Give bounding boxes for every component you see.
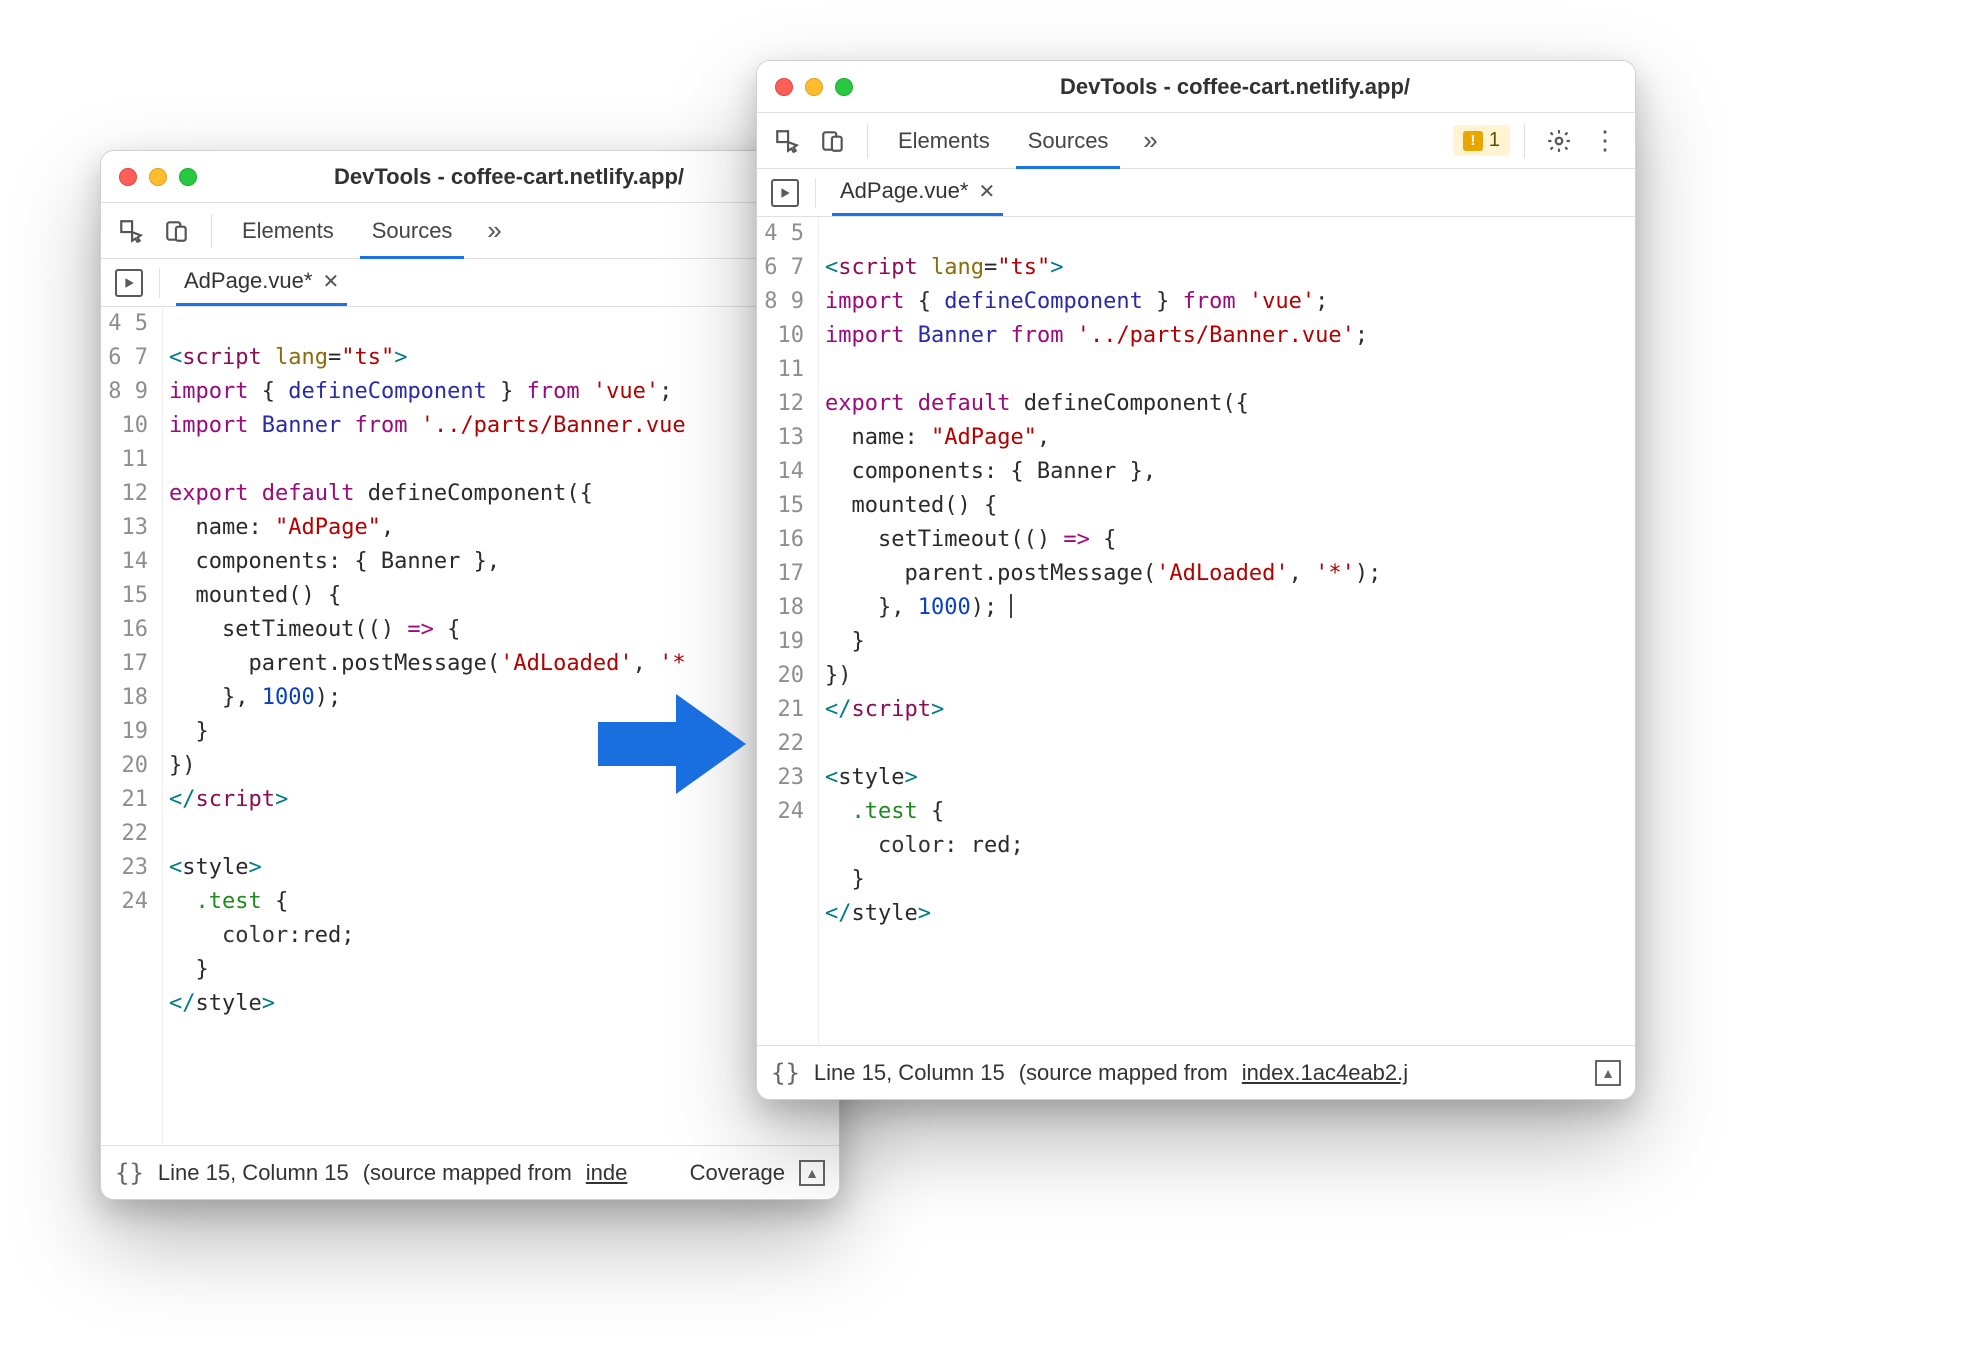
- coverage-label[interactable]: Coverage: [690, 1160, 785, 1186]
- devtools-window-right: DevTools - coffee-cart.netlify.app/ Elem…: [756, 60, 1636, 1100]
- divider: [159, 268, 160, 298]
- code-content[interactable]: <script lang="ts"> import { defineCompon…: [819, 217, 1635, 1045]
- close-icon[interactable]: [775, 78, 793, 96]
- divider: [867, 124, 868, 158]
- more-tabs-icon[interactable]: »: [1130, 121, 1170, 161]
- kebab-menu-icon[interactable]: ⋮: [1585, 121, 1625, 161]
- close-tab-icon[interactable]: ✕: [322, 269, 339, 294]
- warning-badge[interactable]: ! 1: [1453, 125, 1510, 156]
- file-tabstrip: AdPage.vue* ✕: [101, 259, 839, 307]
- inspect-icon[interactable]: [767, 121, 807, 161]
- navigator-icon[interactable]: [771, 179, 799, 207]
- code-editor[interactable]: 4 5 6 7 8 9 10 11 12 13 14 15 16 17 18 1…: [101, 307, 839, 1145]
- code-editor[interactable]: 4 5 6 7 8 9 10 11 12 13 14 15 16 17 18 1…: [757, 217, 1635, 1045]
- close-icon[interactable]: [119, 168, 137, 186]
- minimize-icon[interactable]: [805, 78, 823, 96]
- tab-elements[interactable]: Elements: [882, 114, 1006, 168]
- traffic-lights: [119, 168, 197, 186]
- source-mapped-link[interactable]: index.1ac4eab2.j: [1242, 1060, 1408, 1086]
- collapse-icon[interactable]: ▲: [1595, 1060, 1621, 1086]
- settings-icon[interactable]: [1539, 121, 1579, 161]
- file-tab[interactable]: AdPage.vue* ✕: [832, 170, 1003, 216]
- close-tab-icon[interactable]: ✕: [978, 179, 995, 204]
- traffic-lights: [775, 78, 853, 96]
- maximize-icon[interactable]: [835, 78, 853, 96]
- statusbar: {} Line 15, Column 15 (source mapped fro…: [101, 1145, 839, 1199]
- inspect-icon[interactable]: [111, 211, 151, 251]
- source-mapped-label: (source mapped from: [1019, 1060, 1228, 1086]
- titlebar: DevTools - coffee-cart.netlify.app/: [757, 61, 1635, 113]
- navigator-icon[interactable]: [115, 269, 143, 297]
- main-toolbar: Elements Sources »: [101, 203, 839, 259]
- format-icon[interactable]: {}: [771, 1059, 800, 1087]
- titlebar: DevTools - coffee-cart.netlify.app/: [101, 151, 839, 203]
- device-toggle-icon[interactable]: [813, 121, 853, 161]
- divider: [815, 178, 816, 208]
- collapse-icon[interactable]: ▲: [799, 1160, 825, 1186]
- main-toolbar: Elements Sources » ! 1 ⋮: [757, 113, 1635, 169]
- text-cursor: [1010, 594, 1012, 618]
- format-icon[interactable]: {}: [115, 1159, 144, 1187]
- cursor-position: Line 15, Column 15: [814, 1060, 1005, 1086]
- gutter: 4 5 6 7 8 9 10 11 12 13 14 15 16 17 18 1…: [757, 217, 819, 1045]
- tab-sources[interactable]: Sources: [1012, 114, 1125, 168]
- file-tabstrip: AdPage.vue* ✕: [757, 169, 1635, 217]
- more-tabs-icon[interactable]: »: [474, 211, 514, 251]
- window-title: DevTools - coffee-cart.netlify.app/: [853, 74, 1617, 100]
- gutter: 4 5 6 7 8 9 10 11 12 13 14 15 16 17 18 1…: [101, 307, 163, 1145]
- statusbar: {} Line 15, Column 15 (source mapped fro…: [757, 1045, 1635, 1099]
- divider: [1524, 124, 1525, 158]
- tab-sources[interactable]: Sources: [356, 204, 469, 258]
- source-mapped-label: (source mapped from: [363, 1160, 572, 1186]
- warning-count: 1: [1489, 129, 1500, 152]
- code-content[interactable]: <script lang="ts"> import { defineCompon…: [163, 307, 839, 1145]
- minimize-icon[interactable]: [149, 168, 167, 186]
- maximize-icon[interactable]: [179, 168, 197, 186]
- device-toggle-icon[interactable]: [157, 211, 197, 251]
- tab-elements[interactable]: Elements: [226, 204, 350, 258]
- source-mapped-link[interactable]: inde: [586, 1160, 628, 1186]
- devtools-window-left: DevTools - coffee-cart.netlify.app/ Elem…: [100, 150, 840, 1200]
- file-tab[interactable]: AdPage.vue* ✕: [176, 260, 347, 306]
- cursor-position: Line 15, Column 15: [158, 1160, 349, 1186]
- divider: [211, 214, 212, 248]
- warning-icon: !: [1463, 131, 1483, 151]
- window-title: DevTools - coffee-cart.netlify.app/: [197, 164, 821, 190]
- file-tab-label: AdPage.vue*: [840, 178, 968, 204]
- file-tab-label: AdPage.vue*: [184, 268, 312, 294]
